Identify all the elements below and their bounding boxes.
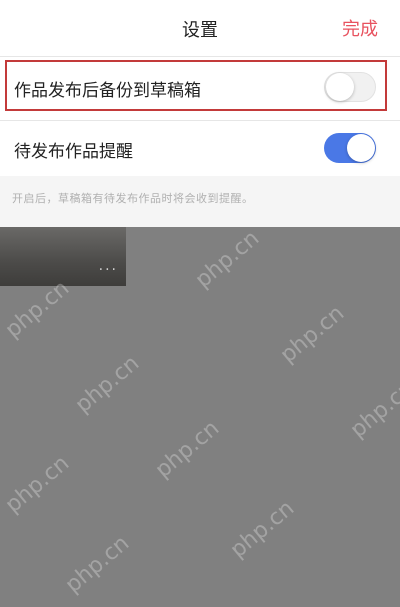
divider [0,56,400,57]
highlight-box [5,60,387,111]
watermark: php.cn [0,450,75,519]
setting-row-pending-reminder: 待发布作品提醒 [0,121,400,177]
hint-area: 开启后，草稿箱有待发布作品时将会收到提醒。 [0,176,400,227]
done-button[interactable]: 完成 [342,15,378,41]
watermark: php.cn [190,225,265,294]
draft-thumbnail[interactable]: ··· [0,227,126,286]
setting-label-pending-reminder: 待发布作品提醒 [14,142,133,162]
hint-text: 开启后，草稿箱有待发布作品时将会收到提醒。 [12,192,254,205]
watermark: php.cn [150,415,225,484]
watermark: php.cn [275,300,350,369]
watermark: php.cn [225,495,300,564]
more-icon[interactable]: ··· [99,262,118,278]
pending-reminder-toggle[interactable] [324,133,376,163]
nav-bar: 设置 完成 [0,0,400,56]
watermark: php.cn [60,530,135,599]
watermark: php.cn [345,375,400,444]
dimmed-overlay: ··· php.cn php.cn php.cn php.cn php.cn p… [0,225,400,607]
watermark: php.cn [70,350,145,419]
page-title: 设置 [182,20,218,41]
toggle-knob [347,134,375,162]
